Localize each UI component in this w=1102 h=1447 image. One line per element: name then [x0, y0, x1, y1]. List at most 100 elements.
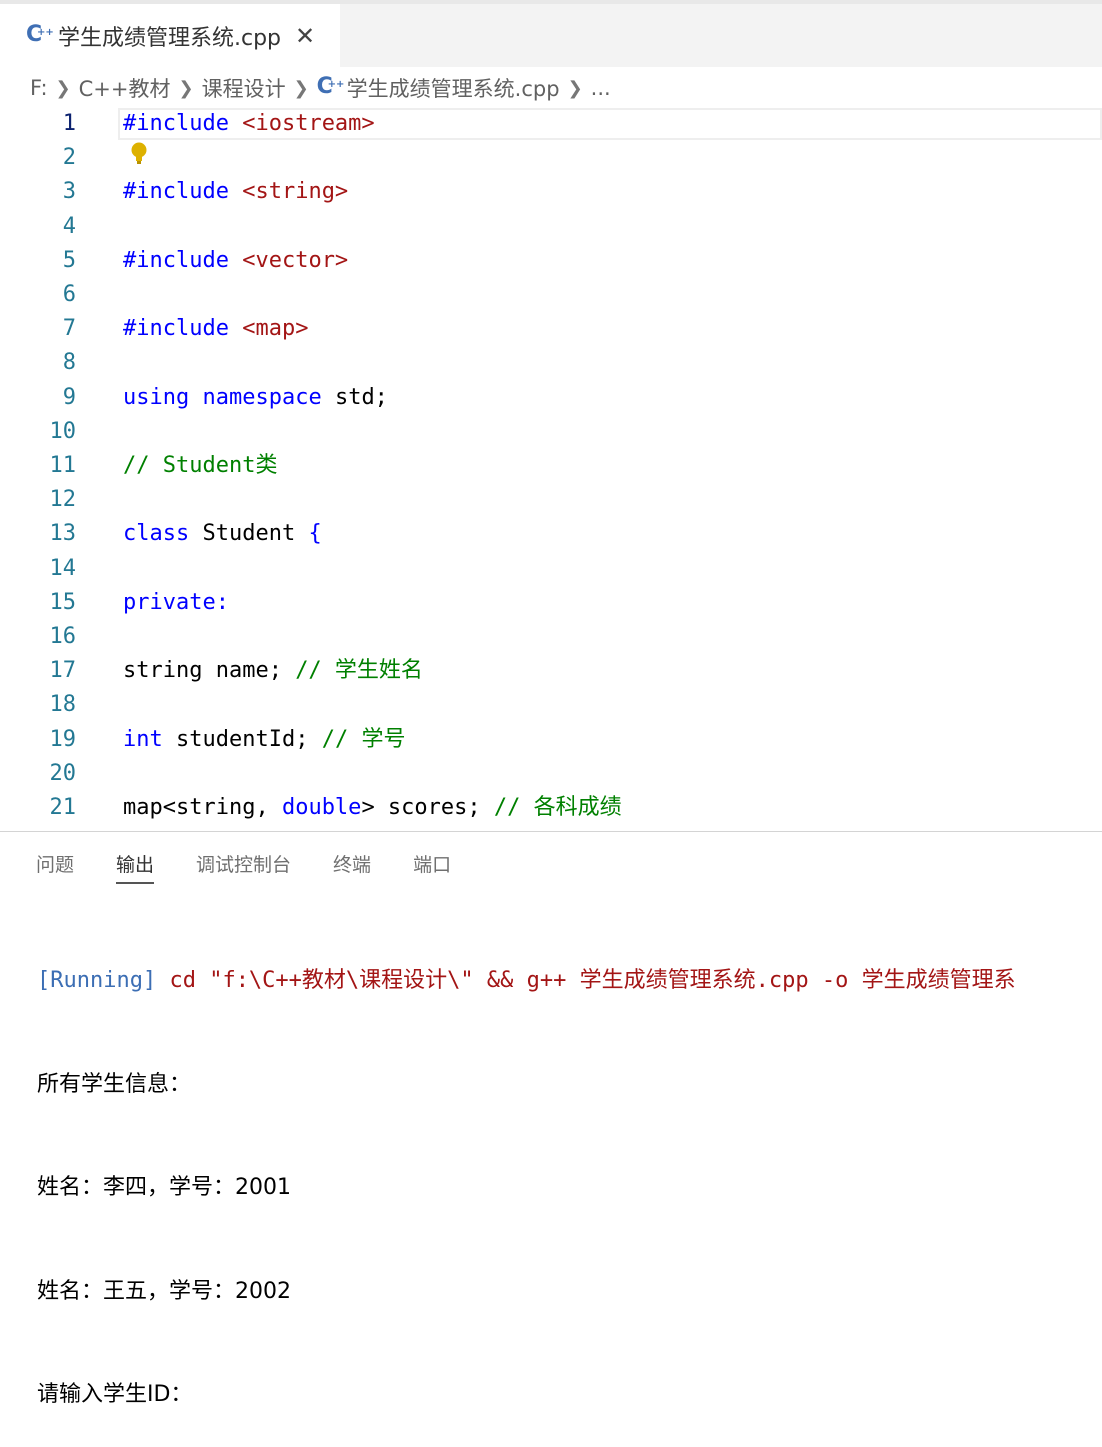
line-number: 17: [49, 658, 77, 684]
code-text: private:: [123, 586, 229, 620]
line-number: 3: [62, 179, 76, 205]
code-token: Student: [189, 521, 309, 547]
tab-problems[interactable]: 问题: [36, 850, 74, 884]
code-line[interactable]: 20: [0, 757, 1102, 791]
code-line[interactable]: 18: [0, 688, 1102, 722]
breadcrumb-item-file[interactable]: 学生成绩管理系统.cpp: [347, 73, 560, 103]
line-number: 19: [49, 726, 77, 752]
code-line[interactable]: 2: [0, 141, 1102, 175]
running-command: cd "f:\C++教材\课程设计\" && g++ 学生成绩管理系统.cpp …: [156, 968, 1016, 993]
breadcrumb-item-symbol[interactable]: ...: [591, 76, 611, 100]
code-token: int: [123, 726, 163, 752]
line-number: 15: [49, 589, 77, 615]
editor-tab-bar: C ++ 学生成绩管理系统.cpp ✕: [0, 4, 1102, 67]
line-number: 5: [62, 247, 76, 273]
code-line[interactable]: 12: [0, 483, 1102, 517]
code-token: string name;: [123, 658, 296, 684]
output-running-line: [Running] cd "f:\C++教材\课程设计\" && g++ 学生成…: [37, 964, 1102, 999]
code-token: <map>: [242, 316, 309, 342]
chevron-right-icon: ❯: [178, 77, 194, 99]
code-text: int studentId; // 学号: [123, 723, 405, 757]
code-line[interactable]: 17 string name; // 学生姓名: [0, 654, 1102, 688]
code-line[interactable]: 7 #include <map>: [0, 312, 1102, 346]
line-number: 13: [49, 521, 77, 547]
code-token: <string>: [242, 179, 349, 205]
chevron-right-icon: ❯: [567, 77, 583, 99]
code-line[interactable]: 14: [0, 552, 1102, 586]
code-line[interactable]: 13 class Student {: [0, 517, 1102, 551]
code-line[interactable]: 11 // Student类: [0, 449, 1102, 483]
code-line[interactable]: 10: [0, 415, 1102, 449]
code-token: <iostream>: [242, 111, 375, 136]
editor-tab-active[interactable]: C ++ 学生成绩管理系统.cpp ✕: [0, 4, 340, 67]
code-token: #include: [123, 111, 229, 136]
tab-output[interactable]: 输出: [116, 850, 155, 884]
close-icon[interactable]: ✕: [295, 24, 315, 48]
code-token: map<string,: [123, 795, 282, 820]
code-token: using: [123, 384, 190, 410]
line-number: 14: [49, 555, 77, 581]
line-number: 20: [49, 760, 77, 786]
code-line[interactable]: 16: [0, 620, 1102, 654]
breadcrumb: F: ❯ C++教材 ❯ 课程设计 ❯ C ++ 学生成绩管理系统.cpp ❯ .…: [30, 72, 611, 104]
code-line[interactable]: 9 using namespace std;: [0, 381, 1102, 415]
running-tag: [Running]: [37, 968, 157, 993]
breadcrumb-item-subfolder[interactable]: 课程设计: [202, 73, 286, 103]
tab-ports[interactable]: 端口: [413, 850, 451, 884]
code-token: // 学号: [321, 726, 406, 752]
line-number: 9: [62, 384, 76, 410]
panel-tab-bar: 问题 输出 调试控制台 终端 端口: [36, 850, 493, 886]
breadcrumb-item-folder[interactable]: C++教材: [79, 73, 171, 103]
code-token: class: [123, 521, 190, 547]
code-line[interactable]: 21 map<string, double> scores; // 各科成绩: [0, 791, 1102, 825]
code-text: map<string, double> scores; // 各科成绩: [123, 791, 622, 825]
code-line[interactable]: 3 #include <string>: [0, 175, 1102, 209]
line-number: 2: [62, 145, 76, 171]
code-line[interactable]: 15 private:: [0, 586, 1102, 620]
code-line[interactable]: 6: [0, 278, 1102, 312]
cpp-file-icon: C ++: [26, 21, 54, 47]
code-line[interactable]: 19 int studentId; // 学号: [0, 723, 1102, 757]
code-editor[interactable]: 1 #include <iostream> 2 3 #include <string> 4…: [0, 108, 1102, 830]
tab-debug-console[interactable]: 调试控制台: [196, 850, 291, 884]
code-line[interactable]: 5 #include <vector>: [0, 244, 1102, 278]
panel-divider: [0, 831, 1102, 832]
code-token: namespace: [202, 384, 322, 410]
code-line[interactable]: 1 #include <iostream>: [0, 108, 1102, 141]
code-text: using namespace std;: [123, 381, 388, 415]
output-line: 所有学生信息：: [37, 1071, 192, 1097]
code-token: double: [281, 795, 362, 820]
code-token: #include: [123, 179, 229, 205]
line-number: 1: [62, 111, 76, 136]
chevron-right-icon: ❯: [55, 77, 71, 99]
code-token: studentId;: [162, 726, 322, 752]
output-panel[interactable]: [Running] cd "f:\C++教材\课程设计\" && g++ 学生成…: [37, 895, 1102, 1447]
line-number: 10: [49, 418, 77, 444]
code-text: #include <string>: [123, 175, 348, 209]
code-token: // Student类: [123, 453, 278, 478]
line-number: 11: [49, 453, 77, 478]
line-number: 12: [49, 487, 77, 513]
code-text: class Student {: [123, 517, 322, 551]
output-line: 姓名：李四，学号：2001: [37, 1175, 291, 1200]
code-text: // Student类: [123, 449, 277, 483]
code-token: > scores;: [361, 795, 494, 820]
code-token: <vector>: [242, 247, 349, 273]
breadcrumb-item-drive[interactable]: F:: [30, 76, 48, 100]
tab-title: 学生成绩管理系统.cpp: [58, 25, 282, 51]
code-text: string name; // 学生姓名: [123, 654, 423, 688]
code-token: std;: [321, 384, 388, 410]
code-token: {: [308, 521, 322, 547]
tab-terminal[interactable]: 终端: [333, 850, 371, 884]
output-line: 请输入学生ID：: [37, 1382, 193, 1407]
code-token: private:: [123, 589, 229, 615]
line-number: 8: [62, 350, 76, 376]
code-line[interactable]: 8: [0, 346, 1102, 380]
code-line[interactable]: 4: [0, 210, 1102, 244]
line-number: 16: [49, 624, 77, 649]
